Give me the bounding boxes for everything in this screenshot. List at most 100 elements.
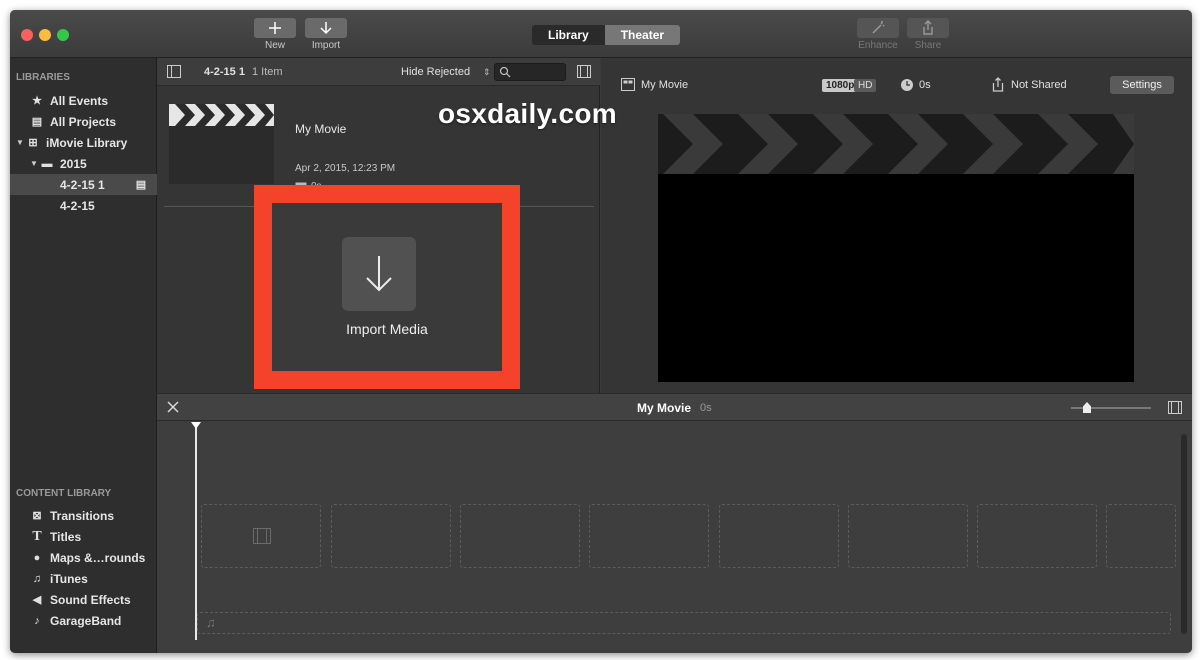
import-button[interactable]: Import — [305, 18, 347, 51]
hide-rejected-filter[interactable]: Hide Rejected — [401, 66, 470, 78]
sidebar-item-itunes[interactable]: ♫ iTunes — [10, 568, 157, 589]
new-button[interactable]: New — [254, 18, 296, 51]
libraries-heading: LIBRARIES — [16, 72, 70, 83]
sidebar-item-label: Maps &…rounds — [50, 550, 146, 565]
event-name: 4-2-15 1 — [204, 66, 245, 78]
sidebar-item-transitions[interactable]: ⊠ Transitions — [10, 505, 157, 526]
clapper-icon: ▤ — [135, 179, 147, 191]
viewer-title: My Movie — [641, 79, 689, 91]
filmstrip-icon[interactable] — [577, 65, 591, 78]
timeline-placeholder[interactable] — [460, 504, 580, 568]
vertical-scrollbar[interactable] — [1181, 434, 1187, 634]
timeline-placeholder[interactable] — [848, 504, 968, 568]
clapper-icon: ▤ — [31, 116, 43, 128]
hd-badge: HD — [854, 79, 877, 92]
import-label: Import — [311, 40, 341, 51]
sidebar-item-label: iMovie Library — [46, 135, 128, 150]
tab-theater[interactable]: Theater — [604, 25, 681, 45]
project-date: Apr 2, 2015, 12:23 PM — [295, 163, 396, 174]
timeline-placeholder[interactable] — [589, 504, 709, 568]
project-title: My Movie — [295, 122, 347, 136]
share-label: Share — [914, 40, 942, 51]
viewer-header: My Movie 1080p HD 0s Not Shared Settings — [601, 58, 1192, 98]
zoom-window-button[interactable] — [57, 29, 69, 41]
share-status: Not Shared — [1011, 79, 1067, 91]
sidebar-item-label: Sound Effects — [50, 592, 131, 607]
grid-icon: ⊞ — [28, 137, 38, 149]
viewer-duration: 0s — [919, 79, 931, 91]
folder-icon: ▬ — [41, 157, 53, 170]
close-window-button[interactable] — [21, 29, 33, 41]
speaker-icon: ◀ — [32, 594, 42, 606]
timeline-placeholder[interactable] — [719, 504, 839, 568]
popup-arrows-icon[interactable]: ⇕ — [483, 67, 491, 78]
sidebar-item-label: 4-2-15 — [60, 198, 95, 213]
timeline-duration: 0s — [700, 402, 712, 414]
item-count: 1 Item — [252, 66, 283, 78]
titles-icon: T — [32, 528, 42, 544]
playhead-marker[interactable] — [191, 422, 201, 429]
sidebar-item-label: All Events — [50, 93, 109, 108]
sidebar-item-sound-effects[interactable]: ◀ Sound Effects — [10, 589, 157, 610]
sidebar-item-maps-backgrounds[interactable]: ● Maps &…rounds — [10, 547, 157, 568]
tab-library[interactable]: Library — [532, 25, 605, 45]
minimize-window-button[interactable] — [39, 29, 51, 41]
clapper-pattern-icon — [658, 114, 1134, 174]
import-media-label: Import Media — [346, 321, 428, 337]
share-button[interactable]: Share — [907, 18, 949, 51]
zoom-slider-thumb[interactable] — [1083, 402, 1091, 413]
project-thumbnail[interactable] — [169, 104, 274, 184]
sidebar-toggle-icon[interactable] — [167, 65, 181, 78]
sidebar-item-titles[interactable]: T Titles — [10, 526, 157, 547]
sidebar-item-garageband[interactable]: ♪ GarageBand — [10, 610, 157, 631]
disclosure-triangle-icon[interactable]: ▼ — [14, 138, 26, 147]
viewer: My Movie 1080p HD 0s Not Shared Settings — [601, 58, 1192, 393]
view-switcher: Library Theater — [532, 25, 681, 45]
share-icon — [923, 20, 933, 35]
film-placeholder-icon — [253, 528, 271, 544]
toolbar: New Import Library Theater Enhance Share — [10, 10, 1192, 58]
search-field[interactable] — [494, 63, 566, 81]
transitions-icon: ⊠ — [32, 510, 42, 522]
filmstrip-icon[interactable] — [1168, 401, 1182, 414]
libraries-sidebar: LIBRARIES ★ All Events ▤ All Projects ▼ … — [10, 58, 157, 653]
watermark: osxdaily.com — [438, 98, 617, 129]
new-label: New — [264, 40, 285, 51]
audio-track[interactable]: ♫ — [197, 612, 1171, 634]
clapper-board-icon — [169, 104, 274, 126]
sidebar-item-event-4-2-15[interactable]: 4-2-15 — [10, 195, 157, 216]
import-media-highlight: Import Media — [254, 185, 520, 389]
enhance-label: Enhance — [858, 40, 898, 51]
settings-button[interactable]: Settings — [1110, 76, 1174, 94]
close-icon[interactable] — [167, 401, 179, 413]
timeline-placeholder[interactable] — [331, 504, 451, 568]
timeline-placeholder[interactable] — [977, 504, 1097, 568]
timeline-header: My Movie 0s — [157, 394, 1192, 421]
sidebar-item-all-projects[interactable]: ▤ All Projects — [10, 111, 157, 132]
timeline: My Movie 0s ♫ — [157, 393, 1192, 653]
enhance-button[interactable]: Enhance — [857, 18, 899, 51]
sidebar-item-all-events[interactable]: ★ All Events — [10, 90, 157, 111]
search-icon — [499, 66, 511, 78]
magic-wand-icon — [872, 21, 885, 34]
sidebar-item-imovie-library[interactable]: ▼ ⊞ iMovie Library — [10, 132, 157, 153]
timeline-placeholder[interactable] — [1106, 504, 1176, 568]
music-note-icon: ♫ — [206, 615, 216, 630]
sidebar-item-label: All Projects — [50, 114, 117, 129]
timeline-placeholder[interactable] — [201, 504, 321, 568]
download-arrow-icon — [366, 256, 392, 292]
globe-icon: ● — [33, 551, 41, 564]
disclosure-triangle-icon[interactable]: ▼ — [28, 159, 40, 168]
preview-screen[interactable] — [658, 114, 1134, 382]
timeline-title: My Movie — [637, 401, 692, 415]
sidebar-item-label: 4-2-15 1 — [60, 177, 105, 192]
download-arrow-icon — [320, 22, 332, 35]
sidebar-item-2015[interactable]: ▼ ▬ 2015 — [10, 153, 157, 174]
share-status-icon — [992, 77, 1004, 92]
playhead[interactable] — [195, 426, 197, 640]
sidebar-item-label: Transitions — [50, 508, 115, 523]
resolution-badge: 1080p — [822, 79, 859, 92]
sidebar-item-event-4-2-15-1[interactable]: 4-2-15 1 ▤ — [10, 174, 157, 195]
sidebar-item-label: GarageBand — [50, 613, 122, 628]
import-media-button[interactable] — [342, 237, 416, 311]
